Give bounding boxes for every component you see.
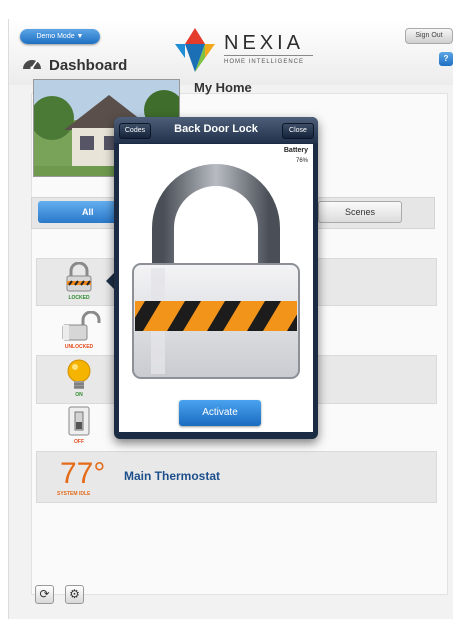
popover-title-bar: Back Door Lock Codes Close [114,117,318,143]
popover-body: Battery 76% Activate [119,144,313,432]
light-switch-icon[interactable] [55,406,103,436]
refresh-button[interactable]: ⟳ [35,585,54,604]
tab-all-devices[interactable]: All Devices [38,201,123,223]
refresh-icon: ⟳ [39,587,50,601]
device-status-unlocked: UNLOCKED [64,344,94,350]
demo-mode-button[interactable]: Demo Mode ▼ [20,29,100,44]
device-status-locked: LOCKED [68,295,90,301]
logo-divider [224,55,313,56]
dashboard-icon [23,60,41,70]
thermostat-temperature: 77° [60,457,106,490]
device-status-off: OFF [74,439,84,445]
padlock-unlocked-icon[interactable] [55,311,103,341]
home-title: My Home [194,80,252,95]
device-status-on: ON [75,392,83,398]
settings-button[interactable]: ⚙ [65,585,84,604]
activate-button[interactable]: Activate [179,400,261,426]
help-button[interactable]: ? [439,52,453,66]
lock-popover: Back Door Lock Codes Close Battery 76% A… [114,117,318,439]
logo-tagline: HOME INTELLIGENCE [224,59,305,65]
tab-scenes[interactable]: Scenes [318,201,402,223]
codes-button[interactable]: Codes [119,123,151,139]
header: Demo Mode ▼ Dashboard NEXIA HOME INTELLI… [9,19,453,85]
battery-label: Battery [283,147,308,154]
close-button[interactable]: Close [282,123,314,139]
large-padlock-icon [132,164,300,379]
light-bulb-icon[interactable] [55,359,103,391]
sign-out-button[interactable]: Sign Out [405,28,453,44]
nexia-logo-icon [175,28,215,72]
logo-name: NEXIA [224,32,305,54]
gear-icon: ⚙ [69,587,80,601]
page-title: Dashboard [49,57,128,74]
padlock-locked-icon[interactable] [55,262,103,292]
thermostat-status: SYSTEM IDLE [57,491,91,497]
thermostat-name[interactable]: Main Thermostat [124,469,220,483]
